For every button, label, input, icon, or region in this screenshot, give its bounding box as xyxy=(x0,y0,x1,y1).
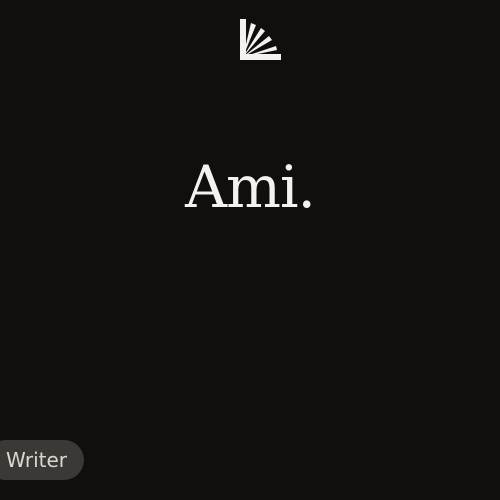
writer-tag-button[interactable]: Writer xyxy=(0,440,85,480)
page-title: Ami. xyxy=(185,153,316,221)
sunburst-logo-icon xyxy=(240,19,281,60)
page: Ami. Writer xyxy=(0,0,500,500)
